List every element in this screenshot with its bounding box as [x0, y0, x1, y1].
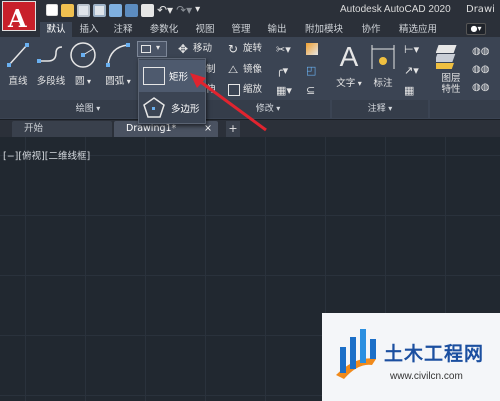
annotation-arrow	[190, 73, 267, 132]
